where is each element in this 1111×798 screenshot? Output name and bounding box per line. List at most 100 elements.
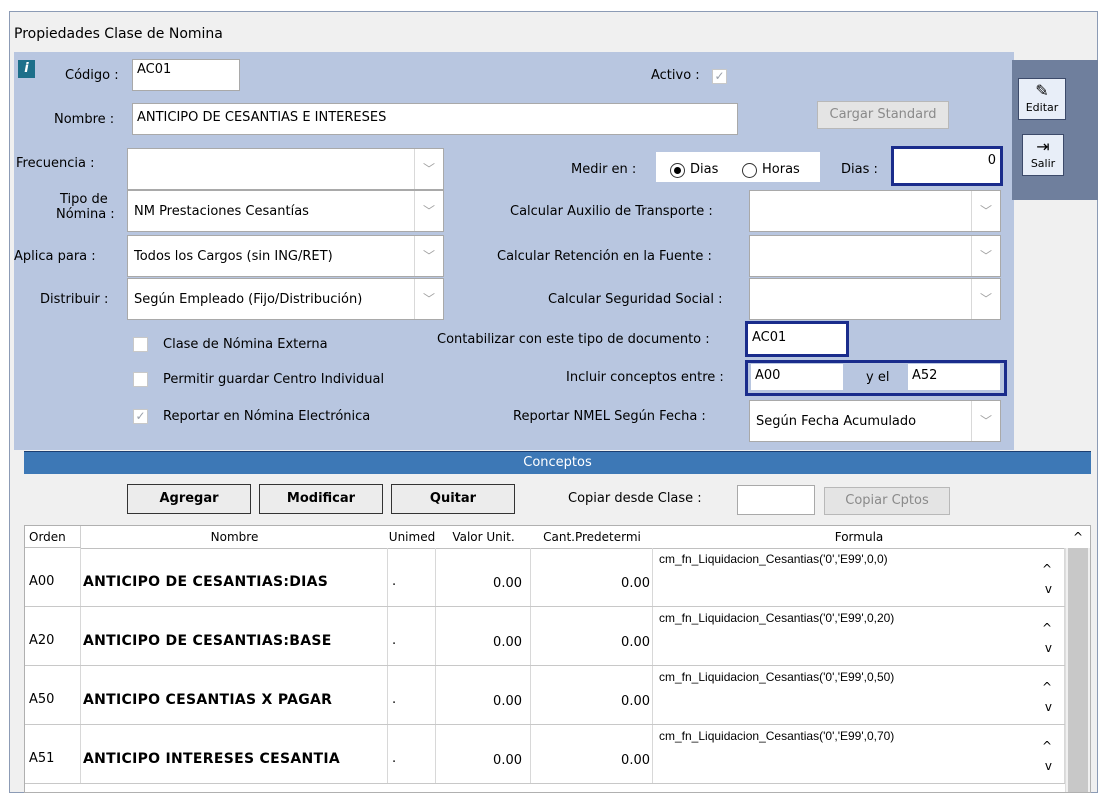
exit-icon: ⇥ <box>1036 137 1050 156</box>
cell-orden[interactable]: A00 <box>25 548 81 606</box>
distribuir-value: Según Empleado (Fijo/Distribución) <box>134 292 363 307</box>
cell-orden[interactable]: A20 <box>25 607 81 665</box>
cell-orden[interactable]: A50 <box>25 666 81 724</box>
codigo-input[interactable]: AC01 <box>132 59 240 91</box>
codigo-value: AC01 <box>137 62 172 77</box>
cell-nombre[interactable]: ANTICIPO DE CESANTIAS:DIAS <box>81 548 388 606</box>
distribuir-label: Distribuir : <box>40 292 109 307</box>
cell-valor[interactable]: 0.00 <box>436 725 531 783</box>
table-row[interactable]: A00 ANTICIPO DE CESANTIAS:DIAS. 0.00 0.00 cm… <box>25 548 1065 607</box>
nombre-input[interactable]: ANTICIPO DE CESANTIAS E INTERESES <box>132 103 738 135</box>
vertical-scrollbar[interactable] <box>1065 548 1090 792</box>
cell-nombre[interactable]: ANTICIPO DE CESANTIAS:BASE <box>81 607 388 665</box>
chevron-up-icon[interactable]: ^ <box>1042 680 1052 694</box>
aux-transporte-select[interactable]: ﹀ <box>749 190 1001 232</box>
unimed-value: . <box>392 574 397 589</box>
cell-unimed[interactable]: . <box>388 666 436 724</box>
col-orden-header[interactable]: Orden <box>25 526 81 548</box>
nmel-label: Reportar NMEL Según Fecha : <box>513 409 706 424</box>
chevron-down-icon[interactable]: ﹀ <box>971 401 1000 441</box>
cell-nombre[interactable]: ANTICIPO CESANTIAS X PAGAR <box>81 666 388 724</box>
tipo-label-line2: Nómina : <box>56 207 115 222</box>
orden-value: A00 <box>29 574 55 589</box>
cell-formula[interactable]: cm_fn_Liquidacion_Cesantias('0','E99',0,… <box>653 666 1065 724</box>
nmel-select[interactable]: Según Fecha Acumulado ﹀ <box>749 400 1001 442</box>
chevron-down-icon[interactable]: v <box>1045 641 1052 655</box>
chevron-up-icon[interactable]: ^ <box>1042 621 1052 635</box>
radio-horas[interactable] <box>742 163 757 178</box>
cell-orden[interactable]: A51 <box>25 725 81 783</box>
seguridad-select[interactable]: ﹀ <box>749 278 1001 320</box>
cell-unimed[interactable]: . <box>388 607 436 665</box>
reportar-checkbox[interactable]: ✓ <box>133 409 148 424</box>
check-icon: ✓ <box>714 69 725 83</box>
cell-valor[interactable]: 0.00 <box>436 548 531 606</box>
incluir-from-input[interactable]: A00 <box>751 364 843 390</box>
chevron-down-icon[interactable]: ﹀ <box>414 149 443 189</box>
quitar-button[interactable]: Quitar <box>391 484 515 514</box>
frecuencia-label: Frecuencia : <box>16 156 95 171</box>
cell-formula[interactable]: cm_fn_Liquidacion_Cesantias('0','E99',0,… <box>653 548 1065 606</box>
cell-cant[interactable]: 0.00 <box>531 666 653 724</box>
chevron-down-icon[interactable]: ﹀ <box>971 236 1000 276</box>
col-nombre-header[interactable]: Nombre <box>81 526 389 549</box>
dias-input[interactable]: 0 <box>891 146 1003 186</box>
table-row[interactable]: A20 ANTICIPO DE CESANTIAS:BASE. 0.00 0.00 cm… <box>25 607 1065 666</box>
scrollbar-thumb[interactable] <box>1068 548 1088 792</box>
radio-dias[interactable] <box>670 163 685 178</box>
distribuir-select[interactable]: Según Empleado (Fijo/Distribución) ﹀ <box>127 278 444 320</box>
cell-cant[interactable]: 0.00 <box>531 607 653 665</box>
cell-nombre[interactable]: ANTICIPO INTERESES CESANTIA <box>81 725 388 783</box>
chevron-down-icon[interactable]: ﹀ <box>971 279 1000 319</box>
cargar-standard-button[interactable]: Cargar Standard <box>817 101 949 129</box>
cell-formula[interactable]: cm_fn_Liquidacion_Cesantias('0','E99',0,… <box>653 725 1065 783</box>
aplica-select[interactable]: Todos los Cargos (sin ING/RET) ﹀ <box>127 235 444 277</box>
col-cant-header[interactable]: Cant.Predetermi <box>531 526 654 549</box>
cell-cant[interactable]: 0.00 <box>531 548 653 606</box>
activo-checkbox[interactable]: ✓ <box>712 69 727 84</box>
salir-button[interactable]: ⇥ Salir <box>1022 134 1064 176</box>
arrow-glyph: ﹀ <box>979 414 992 428</box>
chevron-up-icon[interactable]: ^ <box>1042 562 1052 576</box>
table-row[interactable]: A50 ANTICIPO CESANTIAS X PAGAR. 0.00 0.00 cm… <box>25 666 1065 725</box>
contabilizar-input[interactable]: AC01 <box>745 321 849 357</box>
col-unimed-header[interactable]: Unimed <box>388 526 437 549</box>
cant-value: 0.00 <box>621 576 650 591</box>
cell-cant[interactable]: 0.00 <box>531 725 653 783</box>
chevron-down-icon[interactable]: ﹀ <box>414 279 443 319</box>
externa-checkbox[interactable] <box>133 337 148 352</box>
incluir-to-input[interactable]: A52 <box>908 364 1000 390</box>
nombre-value: ANTICIPO DE CESANTIAS:DIAS <box>83 574 329 590</box>
copiar-cptos-button[interactable]: Copiar Cptos <box>824 487 950 515</box>
conceptos-table: Orden Nombre Unimed Valor Unit. Cant.Pre… <box>24 525 1091 793</box>
conceptos-header: Conceptos <box>24 451 1091 474</box>
chevron-down-icon[interactable]: ﹀ <box>971 191 1000 231</box>
centro-checkbox[interactable] <box>133 372 148 387</box>
formula-value: cm_fn_Liquidacion_Cesantias('0','E99',0,… <box>659 611 895 625</box>
frecuencia-select[interactable]: ﹀ <box>127 148 444 190</box>
cell-valor[interactable]: 0.00 <box>436 607 531 665</box>
agregar-button[interactable]: Agregar <box>127 484 251 514</box>
cell-formula[interactable]: cm_fn_Liquidacion_Cesantias('0','E99',0,… <box>653 607 1065 665</box>
chevron-down-icon[interactable]: v <box>1045 759 1052 773</box>
col-valor-header[interactable]: Valor Unit. <box>436 526 532 549</box>
chevron-down-icon[interactable]: ﹀ <box>414 191 443 231</box>
editar-button[interactable]: ✎ Editar <box>1018 78 1066 120</box>
contabilizar-label: Contabilizar con este tipo de documento … <box>437 332 710 347</box>
cell-unimed[interactable]: . <box>388 725 436 783</box>
chevron-down-icon[interactable]: v <box>1045 582 1052 596</box>
info-icon[interactable]: i <box>18 60 35 78</box>
chevron-down-icon[interactable]: v <box>1045 700 1052 714</box>
copiar-input[interactable] <box>737 485 815 515</box>
chevron-up-icon[interactable]: ^ <box>1042 739 1052 753</box>
cell-unimed[interactable]: . <box>388 548 436 606</box>
col-formula-header[interactable]: Formula <box>653 526 1066 549</box>
chevron-down-icon[interactable]: ﹀ <box>414 236 443 276</box>
cell-valor[interactable]: 0.00 <box>436 666 531 724</box>
retencion-select[interactable]: ﹀ <box>749 235 1001 277</box>
table-row[interactable]: A51 ANTICIPO INTERESES CESANTIA. 0.00 0.00 c… <box>25 725 1065 784</box>
tipo-nomina-select[interactable]: NM Prestaciones Cesantías ﹀ <box>127 190 444 232</box>
chevron-up-icon[interactable]: ^ <box>1065 526 1090 549</box>
tipo-nomina-value: NM Prestaciones Cesantías <box>134 204 309 219</box>
modificar-button[interactable]: Modificar <box>259 484 383 514</box>
